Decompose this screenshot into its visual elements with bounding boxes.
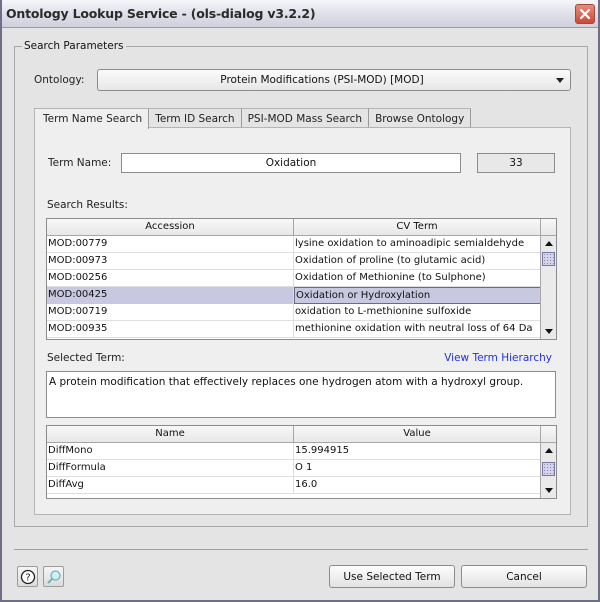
scrollbar-thumb[interactable] <box>542 462 555 476</box>
svg-text:?: ? <box>25 572 30 583</box>
tab-term-id-search[interactable]: Term ID Search <box>149 108 242 128</box>
chevron-down-icon <box>556 78 564 83</box>
table-row[interactable]: DiffMono 15.994915 <box>47 443 541 460</box>
column-header-cv-term[interactable]: CV Term <box>294 219 541 236</box>
footer-separator <box>14 549 588 550</box>
cell-name: DiffFormula <box>47 460 294 477</box>
arrow-down-icon <box>544 329 553 334</box>
tab-label: Browse Ontology <box>375 113 465 125</box>
column-header-name[interactable]: Name <box>47 426 294 443</box>
scrollbar-thumb[interactable] <box>542 252 555 266</box>
close-icon <box>579 8 591 20</box>
search-results-label: Search Results: <box>47 199 128 211</box>
column-header-accession[interactable]: Accession <box>47 219 294 236</box>
scroll-down-button[interactable] <box>541 324 556 339</box>
tab-label: PSI-MOD Mass Search <box>247 113 363 125</box>
table-row[interactable]: MOD:00973 Oxidation of proline (to gluta… <box>47 253 541 270</box>
cell-cv-term: Oxidation of Methionine (to Sulphone) <box>294 270 541 287</box>
ontology-select[interactable]: Protein Modifications (PSI-MOD) [MOD] <box>97 69 571 91</box>
scrollbar-corner <box>540 219 556 236</box>
table-row[interactable]: MOD:00779 lysine oxidation to aminoadipi… <box>47 236 541 253</box>
result-count-field: 33 <box>477 153 555 173</box>
search-help-button[interactable] <box>43 566 64 587</box>
magnifier-icon <box>47 569 61 583</box>
cell-cv-term: lysine oxidation to aminoadipic semialde… <box>294 236 541 253</box>
view-term-hierarchy-link[interactable]: View Term Hierarchy <box>444 352 552 364</box>
table-row[interactable]: MOD:00719 oxidation to L-methionine sulf… <box>47 304 541 321</box>
tab-term-name-search[interactable]: Term Name Search <box>34 108 150 129</box>
tab-label: Term Name Search <box>43 113 143 125</box>
table-row[interactable]: MOD:00935 methionine oxidation with neut… <box>47 321 541 338</box>
term-properties-table: Name Value DiffMono 15.994915 DiffFormul… <box>46 425 557 499</box>
cancel-button[interactable]: Cancel <box>461 565 587 588</box>
cell-name: DiffAvg <box>47 477 294 494</box>
arrow-down-icon <box>544 488 553 493</box>
results-table-header: Accession CV Term <box>47 219 541 236</box>
properties-scrollbar[interactable] <box>540 443 556 498</box>
table-row[interactable]: DiffAvg 16.0 <box>47 477 541 494</box>
cell-cv-term: Oxidation or Hydroxylation <box>294 287 541 304</box>
table-row[interactable]: DiffFormula O 1 <box>47 460 541 477</box>
cell-name: DiffMono <box>47 443 294 460</box>
cell-accession: MOD:00973 <box>47 253 294 270</box>
selected-term-label: Selected Term: <box>47 352 125 364</box>
ontology-selected-value: Protein Modifications (PSI-MOD) [MOD] <box>220 74 424 86</box>
help-icon: ? <box>20 569 35 584</box>
arrow-up-icon <box>544 241 553 246</box>
term-name-label: Term Name: <box>48 157 112 169</box>
ontology-label: Ontology: <box>34 74 85 86</box>
cell-accession: MOD:00935 <box>47 321 294 338</box>
cell-accession: MOD:00425 <box>47 287 294 304</box>
arrow-up-icon <box>544 448 553 453</box>
tab-label: Term ID Search <box>155 113 235 125</box>
search-results-table: Accession CV Term MOD:00779 lysine oxida… <box>46 218 557 340</box>
table-row[interactable]: MOD:00256 Oxidation of Methionine (to Su… <box>47 270 541 287</box>
cell-value: 15.994915 <box>294 443 541 460</box>
column-header-value[interactable]: Value <box>294 426 541 443</box>
cell-accession: MOD:00256 <box>47 270 294 287</box>
tab-psi-mod-mass-search[interactable]: PSI-MOD Mass Search <box>241 108 370 128</box>
ols-dialog-window: Ontology Lookup Service - (ols-dialog v3… <box>0 0 600 602</box>
results-scrollbar[interactable] <box>540 236 556 339</box>
cell-cv-term: Oxidation of proline (to glutamic acid) <box>294 253 541 270</box>
cell-accession: MOD:00719 <box>47 304 294 321</box>
cell-cv-term: oxidation to L-methionine sulfoxide <box>294 304 541 321</box>
scroll-up-button[interactable] <box>541 236 556 251</box>
cell-accession: MOD:00779 <box>47 236 294 253</box>
scrollbar-corner <box>540 426 556 443</box>
scroll-down-button[interactable] <box>541 483 556 498</box>
cell-value: O 1 <box>294 460 541 477</box>
title-bar[interactable]: Ontology Lookup Service - (ols-dialog v3… <box>2 0 598 28</box>
table-row-selected[interactable]: MOD:00425 Oxidation or Hydroxylation <box>47 287 541 304</box>
scroll-up-button[interactable] <box>541 443 556 458</box>
term-name-input[interactable]: Oxidation <box>121 153 461 173</box>
cell-value: 16.0 <box>294 477 541 494</box>
help-button[interactable]: ? <box>17 566 38 587</box>
search-tabs: Term Name Search Term ID Search PSI-MOD … <box>34 108 472 129</box>
tab-browse-ontology[interactable]: Browse Ontology <box>369 108 472 128</box>
search-parameters-legend: Search Parameters <box>22 40 126 52</box>
use-selected-term-button[interactable]: Use Selected Term <box>329 565 455 588</box>
window-title: Ontology Lookup Service - (ols-dialog v3… <box>6 6 316 21</box>
cell-cv-term: methionine oxidation with neutral loss o… <box>294 321 541 338</box>
close-button[interactable] <box>575 4 595 24</box>
properties-table-header: Name Value <box>47 426 541 443</box>
term-description-textarea[interactable]: A protein modification that effectively … <box>46 371 556 418</box>
